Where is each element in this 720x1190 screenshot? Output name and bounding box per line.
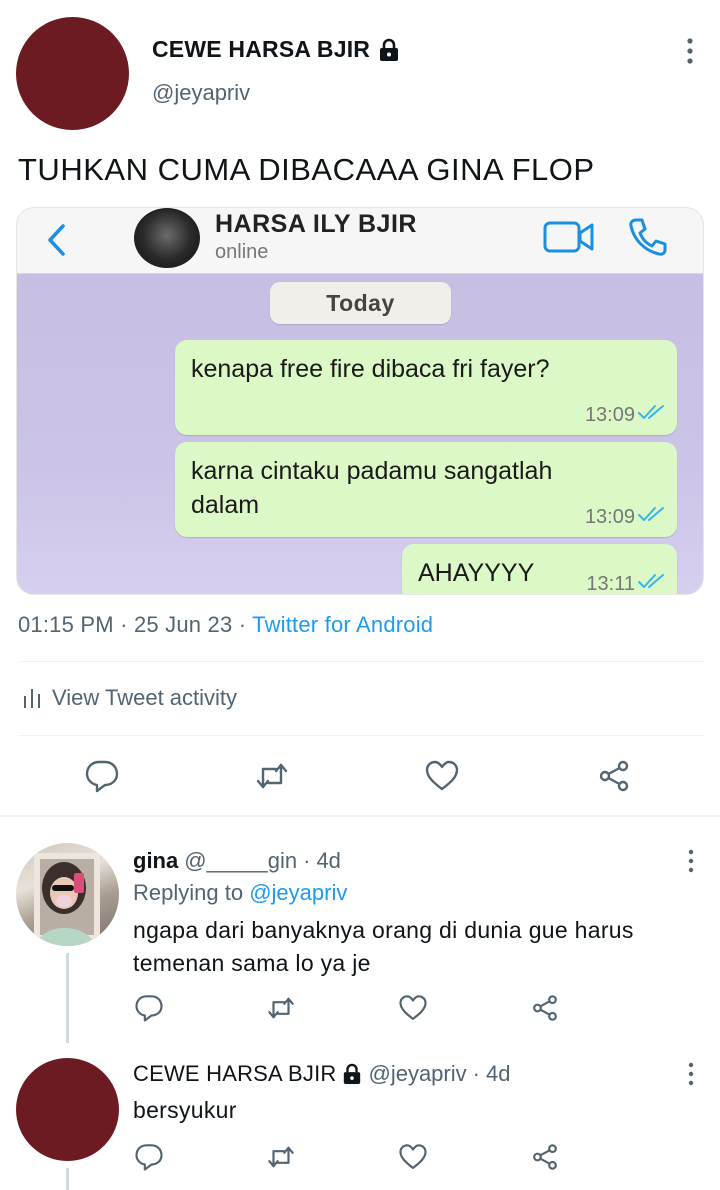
reply-age[interactable]: 4d [316,848,340,874]
chat-message-meta: 13:11 [586,572,667,595]
chat-message-bubble: kenapa free fire dibaca fri fayer? 13:09 [175,340,677,435]
avatar[interactable] [16,1058,119,1161]
reply-author-name[interactable]: gina [133,848,178,874]
retweet-icon[interactable] [266,1142,296,1172]
thread-connector [66,953,69,1043]
chat-message-meta: 13:09 [585,403,667,427]
replying-to: Replying to @jeyapriv [133,880,347,906]
view-tweet-activity-link[interactable]: View Tweet activity [22,685,237,711]
divider [18,735,704,736]
tweet-text: TUHKAN CUMA DIBACAAA GINA FLOP [18,152,595,187]
reply-text-line: temenan sama lo ya je [133,950,371,976]
reply-author-handle[interactable]: @_____gin [184,848,297,874]
divider [0,815,720,817]
chat-message-text: kenapa free fire dibaca fri fayer? [191,355,550,383]
separator: · [303,848,311,873]
replying-to-mention[interactable]: @jeyapriv [249,880,347,905]
tweet-media-image[interactable]: HARSA ILY BJIR online Today kenapa free … [16,207,704,595]
author-name-row[interactable]: CEWE HARSA BJIR [152,36,400,63]
chat-contact-status: online [215,241,269,263]
reply-text: bersyukur [133,1097,237,1123]
chat-message-bubble: AHAYYYY 13:11 [402,544,677,595]
tweet-date[interactable]: 25 Jun 23 [134,612,232,637]
replying-to-prefix: Replying to [133,880,244,905]
chat-message-time: 13:11 [586,572,635,595]
reply-header: CEWE HARSA BJIR @jeyapriv · 4d [133,1061,510,1087]
chat-header: HARSA ILY BJIR online [17,208,703,274]
more-vertical-icon[interactable] [683,1060,699,1088]
chat-message-line: dalam [191,491,260,519]
retweet-icon[interactable] [266,993,296,1023]
chat-contact-name: HARSA ILY BJIR [215,210,417,238]
chat-body: Today kenapa free fire dibaca fri fayer?… [17,274,703,595]
share-icon[interactable] [530,1142,560,1172]
lock-icon [342,1063,362,1085]
thread-connector [66,1168,69,1190]
author-avatar[interactable] [16,17,129,130]
reply-text-line: ngapa dari banyaknya orang di dunia gue … [133,917,634,943]
chat-message-time: 13:09 [584,505,635,528]
reply-text: ngapa dari banyaknya orang di dunia gue … [133,914,634,980]
chat-message-text: AHAYYYY [418,559,535,587]
chat-contact-avatar [134,208,200,268]
phone-icon [627,216,669,258]
lock-icon [378,38,400,62]
separator: · [238,612,247,637]
chat-message-time: 13:09 [584,403,635,426]
reply-icon[interactable] [134,993,164,1023]
reply-author-name[interactable]: CEWE HARSA BJIR [133,1061,336,1087]
double-check-icon [637,572,667,594]
avatar[interactable] [16,843,119,946]
chat-message-text: karna cintaku padamu sangatlah dalam [191,454,552,522]
separator: · [472,1061,480,1086]
heart-icon[interactable] [424,758,460,794]
double-check-icon [637,505,667,529]
reply-age[interactable]: 4d [486,1061,510,1087]
tweet-time[interactable]: 01:15 PM [18,612,114,637]
author-name[interactable]: CEWE HARSA BJIR [152,36,370,63]
chat-message-meta: 13:09 [585,505,667,529]
more-vertical-icon[interactable] [680,36,700,66]
chevron-left-icon [43,220,69,260]
more-vertical-icon[interactable] [683,847,699,875]
reply-header: gina @_____gin · 4d [133,848,341,874]
reply-author-handle[interactable]: @jeyapriv [368,1061,466,1087]
author-handle[interactable]: @jeyapriv [152,80,250,106]
separator: · [120,612,128,637]
heart-icon[interactable] [398,1142,428,1172]
double-check-icon [637,403,667,427]
chat-message-bubble: karna cintaku padamu sangatlah dalam 13:… [175,442,677,537]
view-tweet-activity-label: View Tweet activity [52,685,238,710]
share-icon[interactable] [596,758,632,794]
share-icon[interactable] [530,993,560,1023]
tweet-source-link[interactable]: Twitter for Android [252,612,433,637]
reply-icon[interactable] [134,1142,164,1172]
tweet-metadata: 01:15 PM · 25 Jun 23 · Twitter for Andro… [18,612,433,638]
bar-chart-icon [22,686,42,710]
retweet-icon[interactable] [254,758,290,794]
heart-icon[interactable] [398,993,428,1023]
divider [18,661,704,662]
video-camera-icon [543,220,595,254]
reply-icon[interactable] [84,758,120,794]
chat-message-line: karna cintaku padamu sangatlah [191,457,553,485]
chat-date-pill: Today [270,282,451,324]
